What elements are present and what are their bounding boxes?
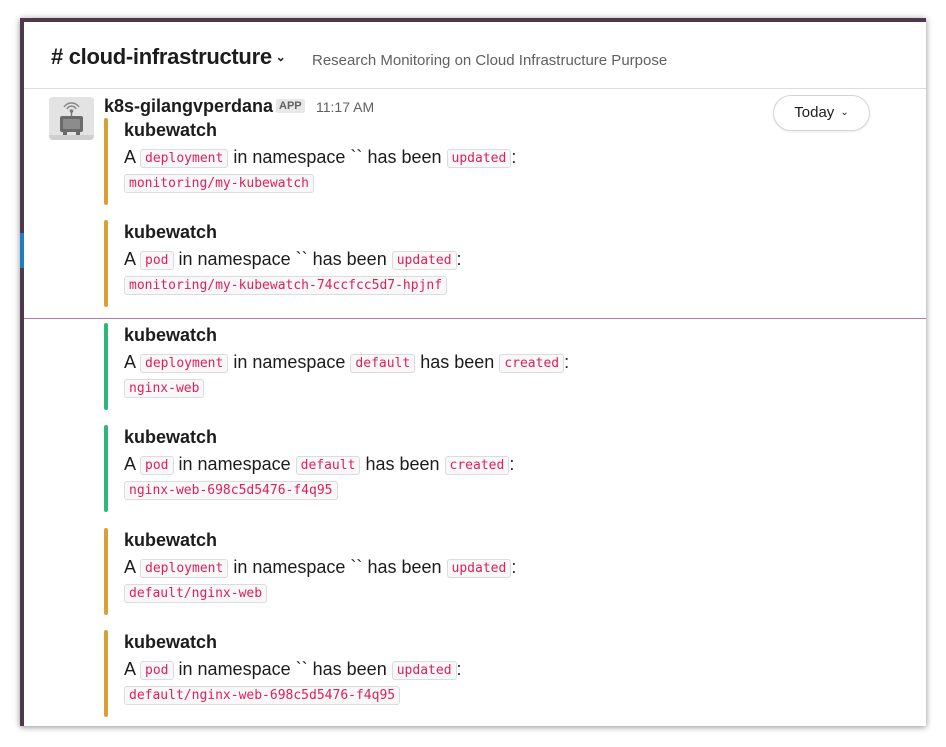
channel-name-button[interactable]: # cloud-infrastructure ⌄	[51, 44, 286, 70]
new-messages-divider	[24, 318, 926, 319]
action-code: created	[499, 354, 565, 373]
namespace-text: ``	[295, 249, 308, 269]
action-code: created	[444, 456, 510, 475]
attachment-color-bar	[104, 220, 108, 307]
resource-name-code: monitoring/my-kubewatch	[124, 174, 315, 193]
text-mid: in namespace	[233, 557, 346, 577]
kubewatch-attachment: kubewatch A pod in namespace `` has been…	[104, 630, 804, 717]
attachment-title: kubewatch	[124, 530, 218, 550]
attachment-text: A deployment in namespace default has be…	[124, 352, 569, 373]
resource-name: nginx-web	[124, 379, 205, 398]
namespace-code: default	[295, 456, 361, 475]
action-code: updated	[446, 559, 512, 578]
attachment-text: A pod in namespace default has been crea…	[124, 454, 514, 475]
text-prefix: A	[124, 147, 136, 167]
text-mid: in namespace	[178, 659, 291, 679]
resource-name: nginx-web-698c5d5476-f4q95	[124, 481, 338, 500]
attachment-color-bar	[104, 425, 108, 512]
text-verb: has been	[367, 147, 442, 167]
bot-avatar[interactable]	[49, 97, 94, 140]
attachment-title: kubewatch	[124, 427, 218, 447]
text-mid: in namespace	[233, 352, 346, 372]
resource-kind-code: deployment	[140, 559, 229, 578]
resource-kind-code: deployment	[140, 354, 229, 373]
workspace-sidebar-edge	[20, 22, 24, 726]
namespace-text: ``	[295, 659, 308, 679]
text-verb: has been	[312, 659, 387, 679]
text-suffix: :	[456, 249, 462, 269]
attachment-color-bar	[104, 528, 108, 615]
kubewatch-attachment: kubewatch A pod in namespace `` has been…	[104, 220, 804, 307]
namespace-text: ``	[350, 557, 363, 577]
app-badge: APP	[276, 99, 305, 113]
slack-window: # cloud-infrastructure ⌄ Research Monitor…	[20, 18, 926, 726]
text-verb: has been	[367, 557, 442, 577]
text-prefix: A	[124, 557, 136, 577]
text-suffix: :	[509, 454, 515, 474]
attachment-color-bar	[104, 323, 108, 410]
chevron-down-icon[interactable]: ⌄	[276, 50, 286, 64]
text-suffix: :	[564, 352, 570, 372]
channel-header: # cloud-infrastructure ⌄ Research Monitor…	[24, 22, 926, 89]
namespace-text: ``	[350, 147, 363, 167]
text-verb: has been	[365, 454, 440, 474]
attachment-title: kubewatch	[124, 632, 218, 652]
attachment-text: A deployment in namespace `` has been up…	[124, 147, 516, 168]
resource-kind-code: pod	[140, 251, 174, 270]
text-verb: has been	[312, 249, 387, 269]
sidebar-active-indicator	[20, 233, 24, 268]
resource-kind-code: deployment	[140, 149, 229, 168]
attachment-color-bar	[104, 118, 108, 205]
text-mid: in namespace	[178, 249, 291, 269]
resource-name: default/nginx-web-698c5d5476-f4q95	[124, 686, 401, 705]
text-prefix: A	[124, 659, 136, 679]
attachment-text: A pod in namespace `` has been updated:	[124, 659, 462, 680]
sender-name[interactable]: k8s-gilangvperdana	[104, 96, 273, 117]
attachment-title: kubewatch	[124, 222, 218, 242]
robot-avatar-icon	[49, 97, 94, 140]
kubewatch-attachment: kubewatch A deployment in namespace defa…	[104, 323, 804, 410]
action-code: updated	[391, 661, 457, 680]
resource-name-code: default/nginx-web	[124, 584, 268, 603]
attachment-title: kubewatch	[124, 325, 218, 345]
resource-kind-code: pod	[140, 661, 174, 680]
attachment-text: A deployment in namespace `` has been up…	[124, 557, 516, 578]
text-suffix: :	[511, 147, 517, 167]
action-code: updated	[446, 149, 512, 168]
text-suffix: :	[456, 659, 462, 679]
text-mid: in namespace	[178, 454, 291, 474]
text-verb: has been	[420, 352, 495, 372]
text-prefix: A	[124, 454, 136, 474]
kubewatch-attachment: kubewatch A pod in namespace default has…	[104, 425, 804, 512]
resource-name: monitoring/my-kubewatch-74ccfcc5d7-hpjnf	[124, 276, 448, 295]
resource-name: default/nginx-web	[124, 584, 268, 603]
attachment-text: A pod in namespace `` has been updated:	[124, 249, 462, 270]
attachment-color-bar	[104, 630, 108, 717]
kubewatch-attachment: kubewatch A deployment in namespace `` h…	[104, 528, 804, 615]
action-code: updated	[391, 251, 457, 270]
namespace-code: default	[350, 354, 416, 373]
resource-name-code: monitoring/my-kubewatch-74ccfcc5d7-hpjnf	[124, 276, 448, 295]
chevron-down-icon: ⌄	[840, 107, 849, 118]
resource-name-code: nginx-web	[124, 379, 205, 398]
resource-name: monitoring/my-kubewatch	[124, 174, 315, 193]
attachment-title: kubewatch	[124, 120, 218, 140]
message-timestamp[interactable]: 11:17 AM	[316, 99, 374, 115]
resource-name-code: default/nginx-web-698c5d5476-f4q95	[124, 686, 401, 705]
text-prefix: A	[124, 249, 136, 269]
channel-name: # cloud-infrastructure	[51, 44, 272, 69]
text-mid: in namespace	[233, 147, 346, 167]
resource-name-code: nginx-web-698c5d5476-f4q95	[124, 481, 338, 500]
kubewatch-attachment: kubewatch A deployment in namespace `` h…	[104, 118, 804, 205]
channel-description: Research Monitoring on Cloud Infrastruct…	[312, 52, 668, 69]
text-prefix: A	[124, 352, 136, 372]
resource-kind-code: pod	[140, 456, 174, 475]
text-suffix: :	[511, 557, 517, 577]
